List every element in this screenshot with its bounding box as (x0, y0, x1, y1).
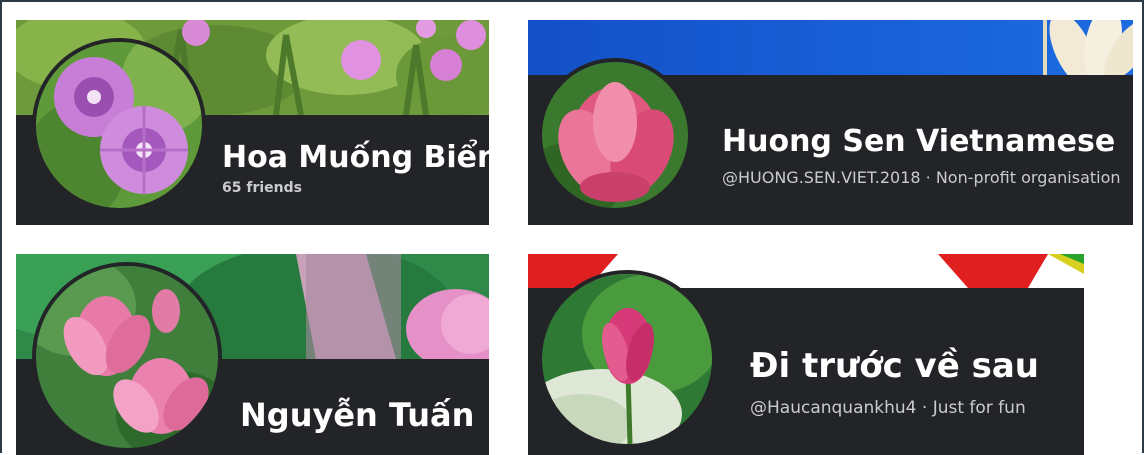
profile-subtitle: @HUONG.SEN.VIET.2018 · Non-profit organi… (722, 168, 1121, 187)
profile-name[interactable]: Hoa Muống Biển (222, 140, 489, 175)
purple-morning-glory-icon[interactable] (32, 38, 206, 212)
profile-card-huong-sen-vietnamese[interactable]: Huong Sen Vietnamese @HUONG.SEN.VIET.201… (528, 20, 1133, 225)
profile-card-di-truoc-ve-sau[interactable]: Đi trước về sau @Haucanquankhu4 · Just f… (528, 254, 1084, 455)
profile-name[interactable]: Huong Sen Vietnamese (722, 124, 1115, 159)
lotus-bunch-icon[interactable] (32, 262, 222, 452)
profile-card-hoa-muong-bien[interactable]: Hoa Muống Biển 65 friends (16, 20, 489, 225)
profile-name[interactable]: Nguyễn Tuấn (240, 396, 474, 434)
profile-subtitle: @Haucanquankhu4 · Just for fun (750, 398, 1026, 418)
pink-lotus-icon[interactable] (538, 58, 692, 212)
lotus-bud-icon[interactable] (538, 270, 716, 448)
profile-name[interactable]: Đi trước về sau (750, 346, 1039, 386)
profile-subtitle: 65 friends (222, 180, 302, 196)
profile-card-nguyen-tuan[interactable]: Nguyễn Tuấn (16, 254, 489, 455)
